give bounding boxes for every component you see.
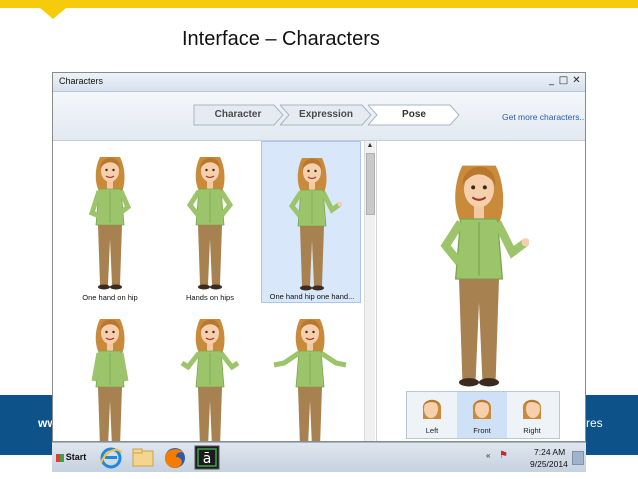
character-thumbnail	[88, 156, 132, 291]
taskbar: Start ā « ⚑ 7:24 AM 9/25/2014	[52, 442, 586, 472]
character-thumbnail	[273, 318, 347, 441]
maximize-button[interactable]: □	[558, 75, 569, 86]
pose-label: One hand hip one hand...	[269, 292, 355, 301]
character-thumbnail	[180, 318, 240, 441]
wizard-toolbar: Character Expression Pose Get more chara…	[53, 92, 585, 141]
action-center-flag-icon[interactable]: ⚑	[499, 450, 508, 461]
top-accent-bar	[0, 0, 638, 8]
close-button[interactable]: ✕	[571, 75, 582, 86]
view-angle-selector: Left Front Right	[406, 391, 560, 439]
pose-tile-hands-on-hips[interactable]: Hands on hips	[160, 143, 260, 305]
top-accent-notch	[40, 8, 66, 19]
svg-text:ā: ā	[203, 451, 212, 467]
clock-time[interactable]: 7:24 AM	[534, 447, 565, 457]
pose-grid-scrollbar[interactable]: ▲	[364, 141, 375, 441]
firefox-icon[interactable]	[162, 445, 188, 470]
pose-tile-6[interactable]	[260, 305, 360, 441]
step-expression-label: Expression	[299, 109, 353, 120]
character-thumbnail	[288, 157, 342, 292]
step-character[interactable]: Character	[192, 104, 284, 126]
content-area: One hand on hip Hands on hips One hand h…	[53, 141, 585, 441]
clock-date[interactable]: 9/25/2014	[530, 459, 568, 469]
character-thumbnail	[186, 156, 234, 291]
view-front-button[interactable]: Front	[457, 392, 507, 438]
pose-label: Hands on hips	[186, 293, 234, 302]
pose-label: One hand on hip	[82, 293, 138, 302]
view-right-label: Right	[523, 426, 541, 435]
show-desktop-button[interactable]	[572, 451, 584, 465]
step-expression[interactable]: Expression	[280, 104, 372, 126]
get-more-characters-link[interactable]: Get more characters...	[502, 112, 585, 122]
step-pose-label: Pose	[402, 109, 426, 120]
view-left-label: Left	[425, 426, 439, 435]
pose-tile-5[interactable]	[160, 305, 260, 441]
view-left-button[interactable]: Left	[407, 392, 457, 438]
view-front-label: Front	[473, 426, 491, 435]
scroll-up-arrow-icon[interactable]: ▲	[365, 141, 375, 151]
start-button[interactable]: Start	[55, 448, 87, 466]
slide-title: Interface – Characters	[182, 28, 380, 50]
scrollbar-thumb[interactable]	[366, 153, 375, 215]
window-titlebar: Characters _ □ ✕	[53, 73, 585, 92]
windows-logo-icon	[55, 453, 64, 462]
step-character-label: Character	[214, 109, 262, 120]
head-front-icon	[472, 399, 492, 419]
character-thumbnail	[91, 318, 129, 441]
view-right-button[interactable]: Right	[507, 392, 557, 438]
internet-explorer-icon[interactable]	[98, 445, 124, 470]
characters-window: Characters _ □ ✕ Character Expression Po…	[52, 72, 586, 442]
tray-expand-icon[interactable]: «	[486, 451, 490, 460]
pose-grid: One hand on hip Hands on hips One hand h…	[53, 141, 363, 441]
window-title: Characters	[59, 76, 104, 86]
character-preview	[440, 164, 529, 388]
head-left-icon	[422, 399, 442, 419]
pose-tile-one-hand-on-hip[interactable]: One hand on hip	[60, 143, 160, 305]
footer-band-text-right: res	[586, 416, 603, 430]
start-label: Start	[65, 452, 87, 462]
pose-tile-one-hand-hip-one-hand[interactable]: One hand hip one hand...	[261, 141, 361, 303]
pose-tile-4[interactable]	[60, 305, 160, 441]
head-right-icon	[522, 399, 542, 419]
app-icon[interactable]: ā	[194, 445, 220, 470]
step-pose[interactable]: Pose	[368, 104, 460, 126]
panel-divider	[376, 141, 377, 441]
minimize-button[interactable]: _	[546, 75, 557, 86]
folder-icon[interactable]	[130, 445, 156, 470]
